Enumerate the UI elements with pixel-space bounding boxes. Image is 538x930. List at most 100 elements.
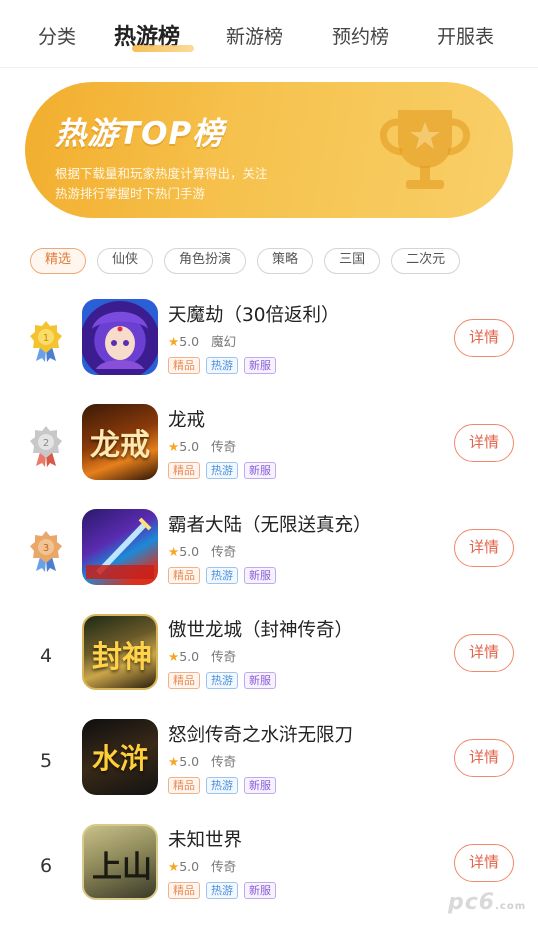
star-icon: ★ xyxy=(168,859,180,874)
detail-button[interactable]: 详情 xyxy=(454,739,514,777)
tag-new-server: 新服 xyxy=(244,882,276,899)
game-tags: 精品 热游 新服 xyxy=(168,564,282,584)
game-icon-text: 封神 xyxy=(92,640,152,675)
game-name[interactable]: 怒剑传奇之水浒无限刀 xyxy=(168,721,353,747)
game-name[interactable]: 傲世龙城（封神传奇） xyxy=(168,616,353,642)
game-tags: 精品 热游 新服 xyxy=(168,774,282,794)
game-icon[interactable] xyxy=(82,509,158,585)
bronze-medal-icon: 3 xyxy=(30,531,62,572)
chip-strategy[interactable]: 策略 xyxy=(257,248,314,274)
chip-rpg[interactable]: 角色扮演 xyxy=(164,248,247,274)
detail-button[interactable]: 详情 xyxy=(454,529,514,567)
star-icon: ★ xyxy=(168,439,180,454)
game-name[interactable]: 未知世界 xyxy=(168,826,242,852)
game-meta: ★5.0 传奇 xyxy=(168,436,236,455)
tag-premium: 精品 xyxy=(168,882,200,899)
tag-hot: 热游 xyxy=(206,357,238,374)
rank-number-text: 5 xyxy=(39,750,53,772)
watermark: pc6.com xyxy=(448,890,526,915)
hot-top-banner: 热游TOP榜 根据下载量和玩家热度计算得出，关注 热游排行掌握时下热门手游 xyxy=(25,82,513,218)
gold-medal-icon: 1 xyxy=(30,321,62,362)
rank-medal: 2 xyxy=(28,424,64,468)
watermark-text: pc6 xyxy=(448,890,496,915)
game-rating: 5.0 xyxy=(179,859,200,874)
game-rating: 5.0 xyxy=(179,754,200,769)
rank-medal: 3 xyxy=(28,529,64,573)
game-name[interactable]: 霸者大陆（无限送真充） xyxy=(168,511,372,537)
game-genre: 魔幻 xyxy=(211,334,237,349)
tab-new-games[interactable]: 新游榜 xyxy=(226,22,283,49)
chip-featured[interactable]: 精选 xyxy=(30,248,87,274)
tag-premium: 精品 xyxy=(168,672,200,689)
game-genre: 传奇 xyxy=(211,439,237,454)
tag-hot: 热游 xyxy=(206,462,238,479)
tab-server-schedule[interactable]: 开服表 xyxy=(437,22,494,49)
game-genre: 传奇 xyxy=(211,544,237,559)
tag-new-server: 新服 xyxy=(244,777,276,794)
game-icon-text: 水浒 xyxy=(91,742,148,775)
watermark-sub: .com xyxy=(495,901,527,912)
chip-xianxia[interactable]: 仙侠 xyxy=(97,248,154,274)
game-name[interactable]: 龙戒 xyxy=(168,406,205,432)
tab-reservation[interactable]: 预约榜 xyxy=(332,22,389,49)
star-icon: ★ xyxy=(168,649,180,664)
game-tags: 精品 热游 新服 xyxy=(168,879,282,899)
star-icon: ★ xyxy=(168,544,180,559)
game-genre: 传奇 xyxy=(211,754,237,769)
banner-title: 热游TOP榜 xyxy=(55,116,225,152)
game-tags: 精品 热游 新服 xyxy=(168,669,282,689)
tag-hot: 热游 xyxy=(206,882,238,899)
detail-button[interactable]: 详情 xyxy=(454,424,514,462)
game-tags: 精品 热游 新服 xyxy=(168,459,282,479)
game-icon[interactable]: 龙戒 xyxy=(82,404,158,480)
tab-category[interactable]: 分类 xyxy=(38,22,76,49)
list-item[interactable]: 3 霸者大陆（无限送真充） ★5.0 传奇 精品 热游 新服 详情 xyxy=(0,505,538,610)
banner-description: 根据下载量和玩家热度计算得出，关注 热游排行掌握时下热门手游 xyxy=(55,164,345,204)
game-meta: ★5.0 传奇 xyxy=(168,751,236,770)
banner-desc-line: 热游排行掌握时下热门手游 xyxy=(55,186,206,201)
tag-premium: 精品 xyxy=(168,462,200,479)
rank-medal: 1 xyxy=(28,319,64,363)
list-item[interactable]: 5 水浒 怒剑传奇之水浒无限刀 ★5.0 传奇 精品 热游 新服 详情 xyxy=(0,715,538,820)
star-icon: ★ xyxy=(168,754,180,769)
chip-three-kingdoms[interactable]: 三国 xyxy=(324,248,381,274)
detail-button[interactable]: 详情 xyxy=(454,634,514,672)
active-tab-indicator xyxy=(132,45,194,52)
tag-hot: 热游 xyxy=(206,567,238,584)
list-item[interactable]: 1 天魔劫（30倍返利） ★5.0 魔幻 精品 热游 新服 详情 xyxy=(0,295,538,400)
list-item[interactable]: 4 封神 傲世龙城（封神传奇） ★5.0 传奇 精品 热游 新服 详情 xyxy=(0,610,538,715)
detail-button[interactable]: 详情 xyxy=(454,844,514,882)
game-meta: ★5.0 魔幻 xyxy=(168,331,236,350)
svg-text:3: 3 xyxy=(43,543,49,554)
game-rating: 5.0 xyxy=(179,544,200,559)
game-rating: 5.0 xyxy=(179,649,200,664)
game-tags: 精品 热游 新服 xyxy=(168,354,282,374)
game-genre: 传奇 xyxy=(211,859,237,874)
game-name[interactable]: 天魔劫（30倍返利） xyxy=(168,301,340,327)
rank-number-text: 6 xyxy=(39,855,53,877)
tag-new-server: 新服 xyxy=(244,567,276,584)
game-icon-text: 龙戒 xyxy=(90,428,150,463)
top-tab-bar: 分类 热游榜 新游榜 预约榜 开服表 xyxy=(0,0,538,68)
svg-text:1: 1 xyxy=(43,333,49,344)
tag-hot: 热游 xyxy=(206,672,238,689)
sword-emblem-icon xyxy=(86,517,154,579)
game-icon[interactable]: 上山 xyxy=(82,824,158,900)
category-filter-chips: 精选 仙侠 角色扮演 策略 三国 二次元 xyxy=(30,248,538,274)
game-icon[interactable]: 水浒 xyxy=(82,719,158,795)
game-meta: ★5.0 传奇 xyxy=(168,856,236,875)
game-icon[interactable]: 封神 xyxy=(82,614,158,690)
detail-button[interactable]: 详情 xyxy=(454,319,514,357)
game-meta: ★5.0 传奇 xyxy=(168,541,236,560)
game-rating: 5.0 xyxy=(179,334,200,349)
trophy-icon xyxy=(380,110,470,189)
game-rating: 5.0 xyxy=(179,439,200,454)
svg-text:2: 2 xyxy=(43,438,49,449)
tag-new-server: 新服 xyxy=(244,462,276,479)
game-genre: 传奇 xyxy=(211,649,237,664)
list-item[interactable]: 2 龙戒 龙戒 ★5.0 传奇 精品 热游 新服 详情 xyxy=(0,400,538,505)
chip-anime[interactable]: 二次元 xyxy=(391,248,461,274)
game-icon[interactable] xyxy=(82,299,158,375)
tag-premium: 精品 xyxy=(168,777,200,794)
game-icon-text: 上山 xyxy=(92,850,152,885)
